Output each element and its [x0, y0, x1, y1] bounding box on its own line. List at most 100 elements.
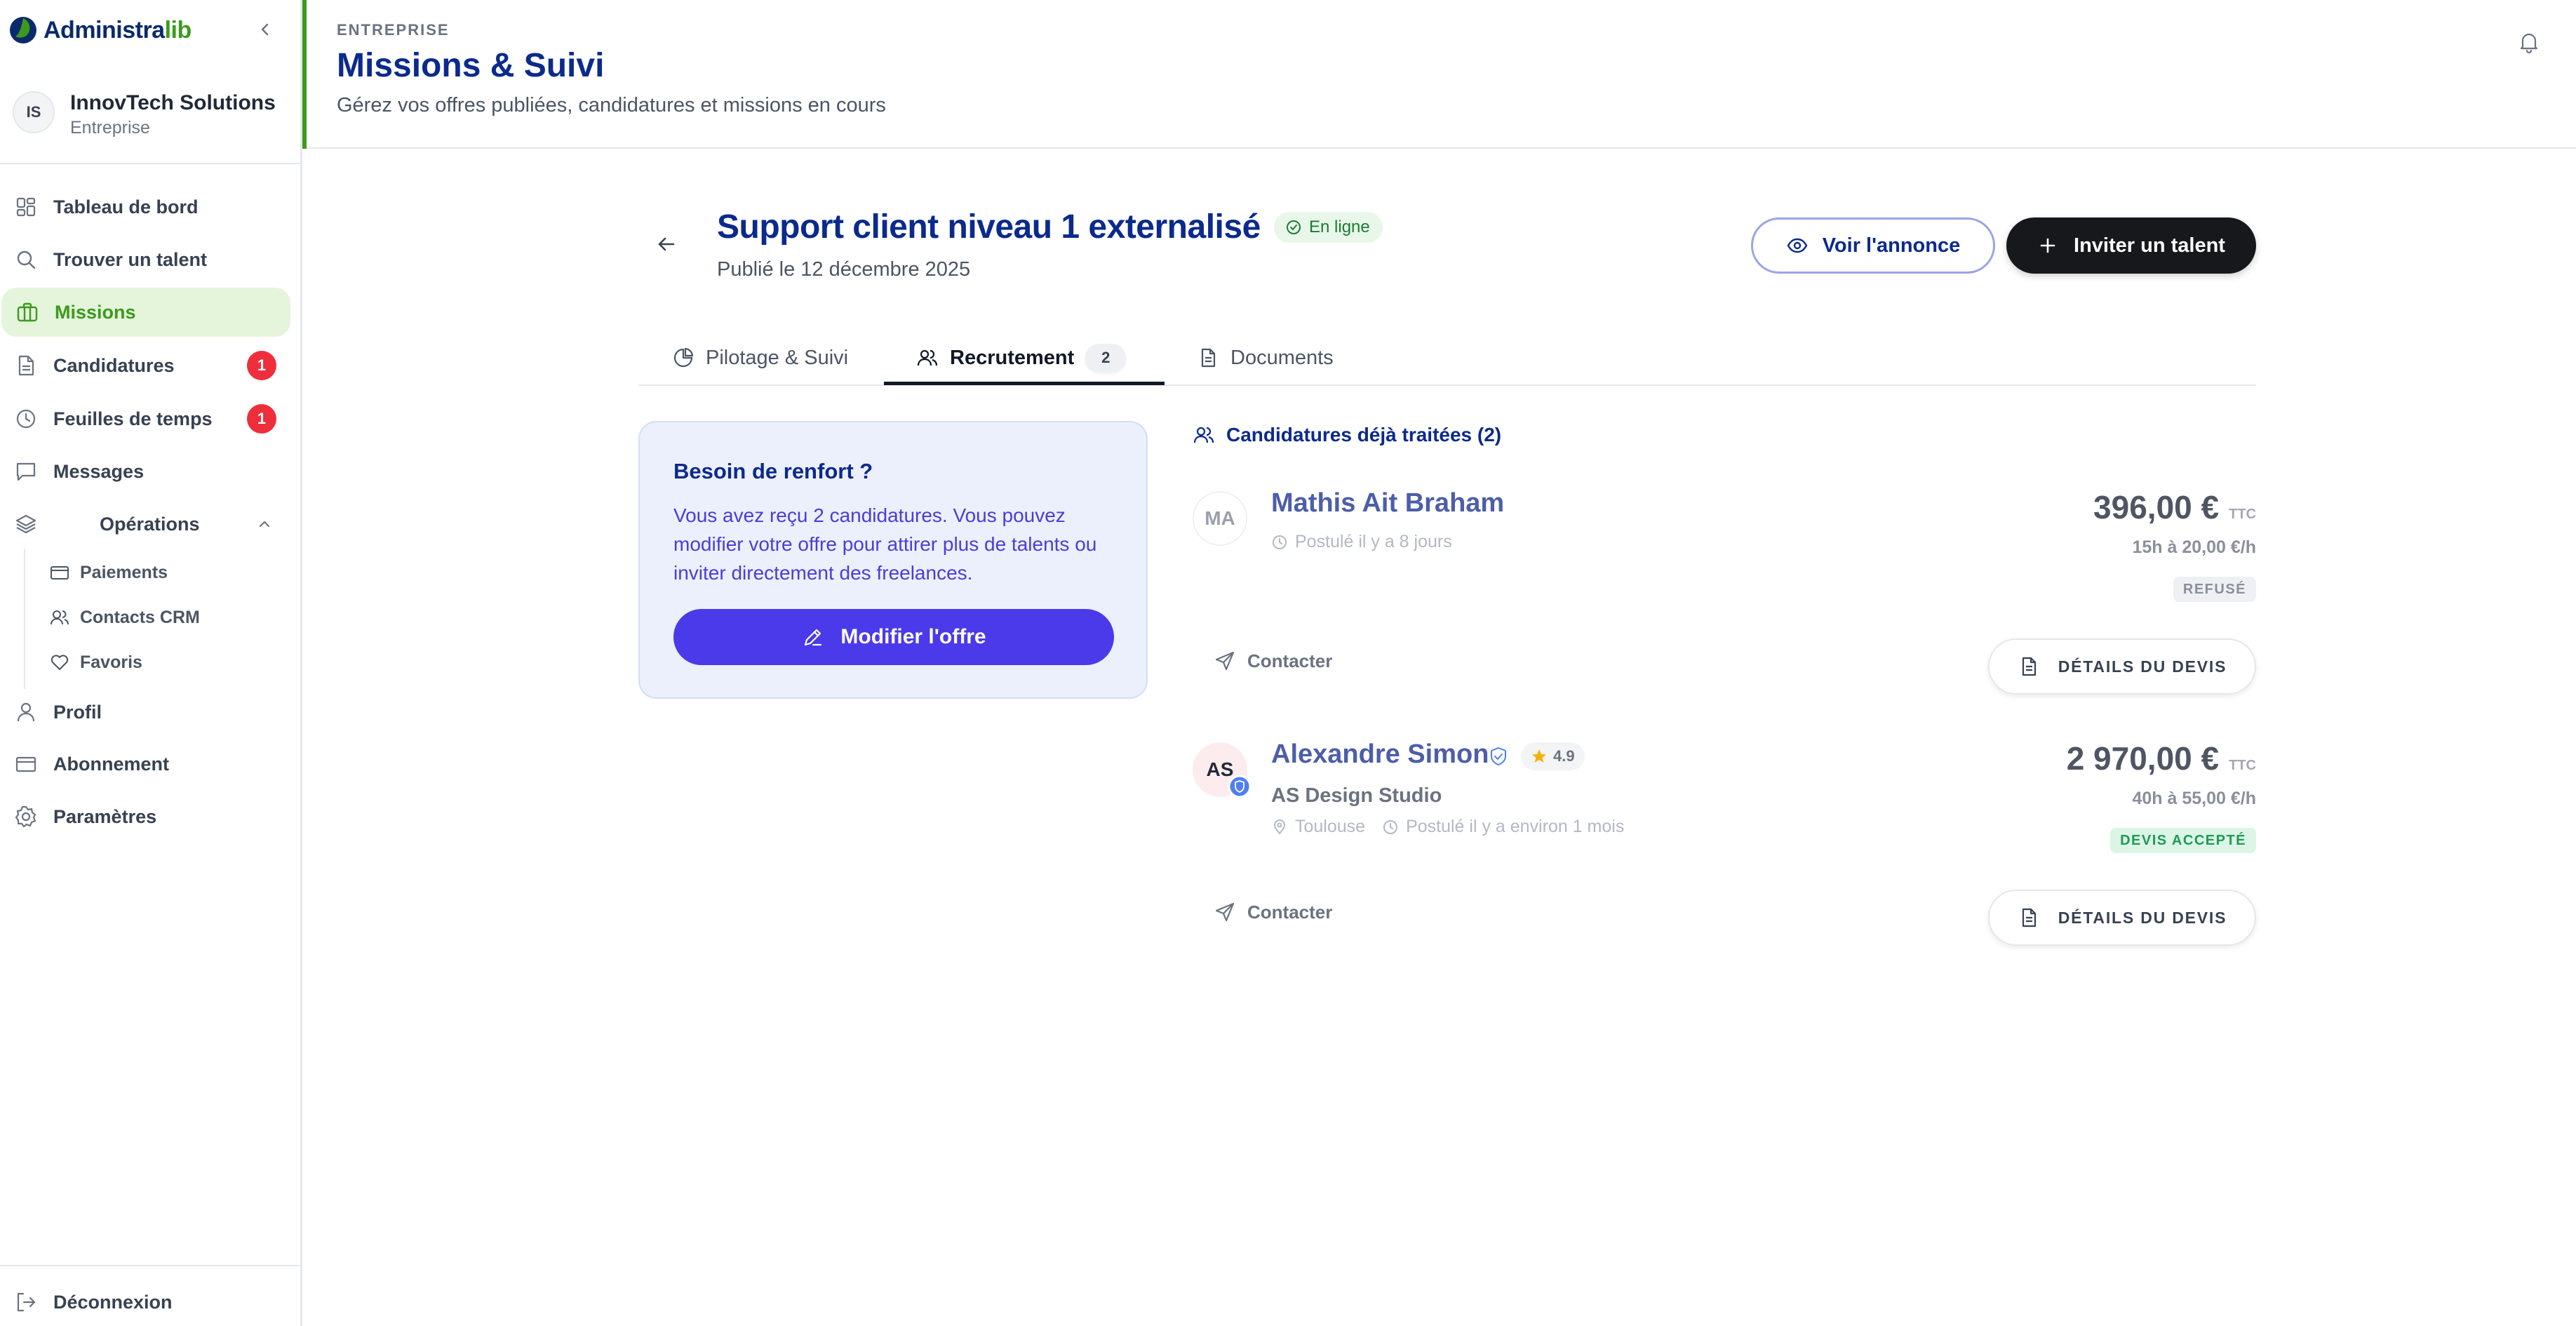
- map-pin-icon: [1273, 819, 1286, 835]
- tax-label: TTC: [2229, 758, 2256, 773]
- tab-documents[interactable]: Documents: [1197, 330, 1334, 386]
- hourly-rate: 40h à 55,00 €/h: [2132, 789, 2256, 808]
- view-listing-button[interactable]: Voir l'annonce: [1751, 217, 1995, 274]
- logo-icon: [10, 17, 36, 43]
- tab-label: Documents: [1230, 346, 1334, 369]
- user-icon: [17, 702, 35, 722]
- shield-check-icon: [1491, 747, 1506, 765]
- sidebar-item-profile[interactable]: Profil: [0, 688, 291, 737]
- verified-icon: [1228, 775, 1252, 798]
- quote-details-button[interactable]: DÉTAILS DU DEVIS: [1988, 638, 2256, 695]
- document-icon: [2022, 908, 2036, 927]
- eye-icon: [1787, 238, 1807, 253]
- credit-card-icon: [15, 756, 36, 772]
- divider: [24, 549, 25, 689]
- users-icon: [917, 349, 938, 366]
- sidebar-item-timesheets[interactable]: Feuilles de temps 1: [0, 394, 291, 443]
- message-icon: [16, 462, 36, 481]
- sidebar-item-label: Paiements: [80, 562, 168, 582]
- candidate-name[interactable]: Mathis Ait Braham: [1271, 488, 1504, 518]
- star-icon: [1532, 749, 1546, 763]
- sidebar-item-label: Trouver un talent: [53, 248, 208, 270]
- reinforcement-card: Besoin de renfort ? Vous avez reçu 2 can…: [638, 421, 1148, 699]
- sidebar-item-label: Candidatures: [53, 354, 175, 376]
- tab-pilotage[interactable]: Pilotage & Suivi: [672, 330, 848, 386]
- candidate-card: MA Mathis Ait Braham Postulé il y a 8 jo…: [1193, 488, 2256, 699]
- amount: 396,00 €: [2093, 489, 2220, 525]
- contact-button[interactable]: Contacter: [1214, 901, 1332, 923]
- back-arrow-icon[interactable]: [652, 230, 680, 258]
- gear-icon: [15, 805, 36, 828]
- divider: [0, 1265, 300, 1266]
- quote-details-button[interactable]: DÉTAILS DU DEVIS: [1988, 890, 2256, 946]
- bell-icon[interactable]: [2516, 29, 2542, 55]
- hourly-rate: 15h à 20,00 €/h: [2132, 537, 2256, 557]
- sidebar-item-find-talent[interactable]: Trouver un talent: [0, 235, 291, 284]
- chevron-left-icon[interactable]: [254, 18, 276, 41]
- sidebar-item-missions[interactable]: Missions: [1, 288, 290, 337]
- tab-count-badge: 2: [1085, 344, 1127, 372]
- processed-applications-heading: Candidatures déjà traitées (2): [1193, 421, 1501, 449]
- notification-badge: 1: [247, 351, 276, 380]
- logo-text: Administralib: [43, 17, 192, 43]
- organization-type: Entreprise: [70, 118, 150, 138]
- tabs-divider: [638, 384, 2256, 386]
- sidebar-item-label: Feuilles de temps: [53, 408, 213, 429]
- sidebar-item-crm-contacts[interactable]: Contacts CRM: [42, 598, 281, 637]
- edit-offer-button[interactable]: Modifier l'offre: [673, 609, 1114, 665]
- avatar: IS: [13, 91, 55, 133]
- check-circle-icon: [1287, 220, 1301, 234]
- page-header: ENTREPRISE Missions & Suivi Gérez vos of…: [307, 0, 2576, 149]
- organization-switcher[interactable]: IS InnovTech Solutions Entreprise: [0, 83, 300, 146]
- invite-talent-label: Inviter un talent: [2074, 234, 2225, 257]
- active-tab-indicator: [884, 382, 1165, 385]
- mission-title: Support client niveau 1 externalisé: [717, 208, 1261, 246]
- applied-date: Postulé il y a environ 1 mois: [1406, 817, 1625, 836]
- sidebar-item-messages[interactable]: Messages: [0, 447, 291, 496]
- sidebar-item-label: Messages: [53, 460, 145, 482]
- sidebar-item-label: Tableau de bord: [53, 196, 199, 217]
- sidebar-item-label: Favoris: [80, 652, 142, 672]
- layers-icon: [15, 514, 36, 534]
- notification-badge: 1: [247, 404, 276, 434]
- sidebar-group-operations[interactable]: Opérations: [0, 500, 291, 549]
- page-eyebrow: ENTREPRISE: [337, 21, 450, 39]
- sidebar-item-payments[interactable]: Paiements: [42, 553, 281, 592]
- sidebar-item-dashboard[interactable]: Tableau de bord: [0, 182, 291, 232]
- quote-details-label: DÉTAILS DU DEVIS: [2058, 657, 2227, 676]
- plus-icon: [2040, 238, 2055, 253]
- sidebar-item-applications[interactable]: Candidatures 1: [0, 341, 291, 390]
- send-icon: [1215, 902, 1235, 922]
- brand: Administralib: [0, 0, 300, 59]
- company-name: AS Design Studio: [1271, 784, 1442, 807]
- users-icon: [51, 610, 69, 625]
- page-title: Missions & Suivi: [337, 47, 605, 84]
- contact-label: Contacter: [1247, 901, 1333, 923]
- avatar: MA: [1193, 491, 1247, 546]
- pie-chart-icon: [673, 347, 694, 368]
- credit-card-icon: [51, 566, 69, 580]
- status-badge: En ligne: [1274, 212, 1383, 243]
- pencil-icon: [805, 629, 822, 646]
- logout-button[interactable]: Déconnexion: [0, 1278, 291, 1326]
- sidebar-group-label: Opérations: [100, 513, 200, 535]
- sidebar-item-favorites[interactable]: Favoris: [42, 643, 281, 682]
- contact-button[interactable]: Contacter: [1214, 650, 1332, 672]
- tax-label: TTC: [2229, 507, 2256, 522]
- document-icon: [18, 355, 34, 376]
- sidebar-item-label: Abonnement: [53, 753, 169, 775]
- status-badge: DEVIS ACCEPTÉ: [2110, 828, 2256, 853]
- sidebar-item-settings[interactable]: Paramètres: [0, 792, 291, 841]
- tab-recruitment[interactable]: Recrutement 2: [916, 330, 1127, 386]
- card-title: Besoin de renfort ?: [673, 459, 873, 483]
- status-badge: REFUSÉ: [2173, 577, 2256, 602]
- users-icon: [1193, 427, 1214, 443]
- logout-label: Déconnexion: [53, 1291, 173, 1313]
- candidate-name[interactable]: Alexandre Simon: [1271, 739, 1489, 770]
- rating-value: 4.9: [1553, 747, 1575, 765]
- search-icon: [17, 250, 36, 269]
- chevron-up-icon: [259, 521, 270, 528]
- sidebar-item-subscription[interactable]: Abonnement: [0, 739, 291, 789]
- invite-talent-button[interactable]: Inviter un talent: [2006, 217, 2256, 274]
- contact-label: Contacter: [1247, 650, 1333, 671]
